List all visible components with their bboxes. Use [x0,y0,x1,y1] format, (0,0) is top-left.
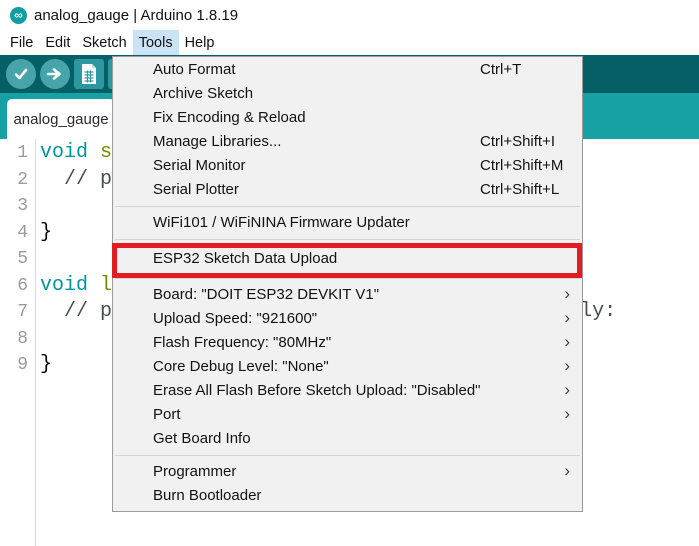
line-number: 1 [0,140,35,167]
menu-item-label: Auto Format [153,61,236,78]
menubar-item-file[interactable]: File [4,30,39,55]
menu-item-label: Burn Bootloader [153,487,261,504]
menu-item-shortcut: Ctrl+Shift+M [480,154,563,178]
menu-item-board-doit-esp32-devkit-v1[interactable]: Board: "DOIT ESP32 DEVKIT V1" › [113,283,582,307]
menu-item-label: Erase All Flash Before Sketch Upload: "D… [153,382,480,399]
menu-item-wifi101-wifinina-firmware-updater[interactable]: WiFi101 / WiFiNINA Firmware Updater [113,211,582,235]
menu-item-label: Flash Frequency: "80MHz" [153,334,331,351]
menu-item-label: Programmer [153,463,236,480]
menu-item-label: Serial Plotter [153,181,239,198]
window-title: analog_gauge | Arduino 1.8.19 [34,7,238,24]
arduino-logo-icon: ∞ [10,7,27,24]
menubar-item-tools[interactable]: Tools [133,30,179,55]
menu-item-fix-encoding-reload[interactable]: Fix Encoding & Reload [113,106,582,130]
menu-separator [115,455,580,456]
menu-item-programmer[interactable]: Programmer › [113,460,582,484]
menu-item-erase-all-flash-before-sketch-upload-disabled[interactable]: Erase All Flash Before Sketch Upload: "D… [113,379,582,403]
submenu-chevron-icon: › [564,402,570,426]
menu-item-shortcut: Ctrl+T [480,58,521,82]
tools-dropdown-menu: Auto Format Ctrl+T Archive Sketch Fix Encod… [112,56,583,512]
submenu-chevron-icon: › [564,330,570,354]
line-number: 2 [0,167,35,194]
menu-item-label: Board: "DOIT ESP32 DEVKIT V1" [153,286,379,303]
line-number: 7 [0,299,35,326]
menu-item-archive-sketch[interactable]: Archive Sketch [113,82,582,106]
menu-item-esp32-sketch-data-upload[interactable]: ESP32 Sketch Data Upload [113,244,582,274]
menubar-item-help[interactable]: Help [179,30,221,55]
menu-item-get-board-info[interactable]: Get Board Info [113,427,582,451]
arduino-ide-window: { "window": { "title": "analog_gauge | A… [0,0,699,546]
menu-item-auto-format[interactable]: Auto Format Ctrl+T [113,58,582,82]
menu-item-label: Fix Encoding & Reload [153,109,306,126]
line-number: 9 [0,352,35,379]
submenu-chevron-icon: › [564,282,570,306]
submenu-chevron-icon: › [564,306,570,330]
menu-item-shortcut: Ctrl+Shift+L [480,178,559,202]
menu-item-manage-libraries[interactable]: Manage Libraries... Ctrl+Shift+I [113,130,582,154]
new-sketch-button[interactable] [74,59,104,89]
right-arrow-icon [46,65,64,83]
line-number: 8 [0,326,35,353]
upload-button[interactable] [40,59,70,89]
menu-item-label: Get Board Info [153,430,251,447]
menu-item-label: Archive Sketch [153,85,253,102]
submenu-chevron-icon: › [564,459,570,483]
tab-analog-gauge[interactable]: analog_gauge [7,99,115,139]
menu-item-label: Port [153,406,181,423]
menu-item-upload-speed-921600[interactable]: Upload Speed: "921600" › [113,307,582,331]
menu-item-port[interactable]: Port › [113,403,582,427]
menu-item-burn-bootloader[interactable]: Burn Bootloader [113,484,582,508]
code-segment: void [40,274,88,297]
menubar-item-sketch[interactable]: Sketch [76,30,132,55]
menu-item-shortcut: Ctrl+Shift+I [480,130,555,154]
verify-button[interactable] [6,59,36,89]
code-segment [88,141,100,164]
menu-separator [115,206,580,207]
line-number: 5 [0,246,35,273]
menu-item-label: ESP32 Sketch Data Upload [153,250,337,267]
menu-item-label: Upload Speed: "921600" [153,310,317,327]
code-segment [88,274,100,297]
title-bar: ∞ analog_gauge | Arduino 1.8.19 [0,0,699,30]
menu-item-serial-monitor[interactable]: Serial Monitor Ctrl+Shift+M [113,154,582,178]
menu-item-label: WiFi101 / WiFiNINA Firmware Updater [153,214,410,231]
menu-item-label: Core Debug Level: "None" [153,358,329,375]
menu-bar: FileEditSketchToolsHelp [0,30,699,55]
menu-item-flash-frequency-80mhz[interactable]: Flash Frequency: "80MHz" › [113,331,582,355]
menubar-item-edit[interactable]: Edit [39,30,76,55]
submenu-chevron-icon: › [564,354,570,378]
menu-item-serial-plotter[interactable]: Serial Plotter Ctrl+Shift+L [113,178,582,202]
submenu-chevron-icon: › [564,378,570,402]
menu-item-core-debug-level-none[interactable]: Core Debug Level: "None" › [113,355,582,379]
line-number: 4 [0,220,35,247]
line-number: 6 [0,273,35,300]
code-segment: } [40,353,52,376]
line-number-gutter: 123456789 [0,139,36,546]
menu-item-label: Serial Monitor [153,157,246,174]
new-document-icon [79,63,99,85]
code-segment: } [40,221,52,244]
code-segment: void [40,141,88,164]
check-icon [12,65,30,83]
line-number: 3 [0,193,35,220]
menu-separator [115,239,580,240]
menu-separator [115,278,580,279]
tab-label: analog_gauge [13,111,108,128]
menu-item-label: Manage Libraries... [153,133,281,150]
